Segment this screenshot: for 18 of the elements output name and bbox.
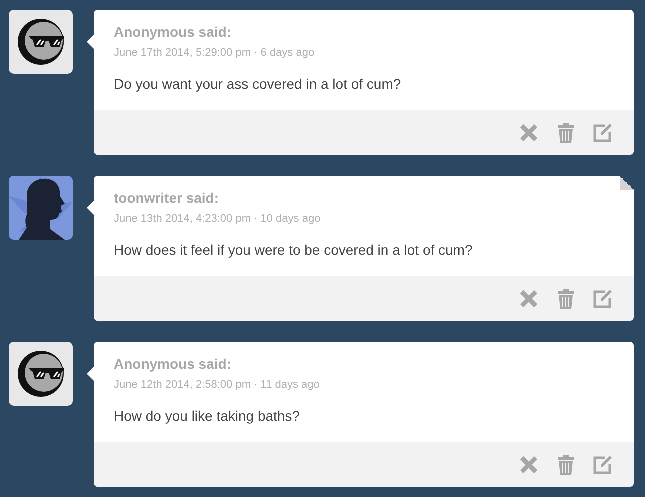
ask-question: Do you want your ass covered in a lot of cum? <box>114 76 402 92</box>
edit-button[interactable] <box>592 454 614 476</box>
ask-date: June 13th 2014, 4:23:00 pm · 10 days ago <box>114 213 322 225</box>
ask-date: June 12th 2014, 2:58:00 pm · 11 days ago <box>114 379 321 391</box>
delete-x-button[interactable] <box>518 454 540 476</box>
author-name: Anonymous said: <box>114 24 232 40</box>
delete-x-button[interactable] <box>518 288 540 310</box>
author-name: toonwriter said: <box>114 190 220 206</box>
author-name: Anonymous said: <box>114 356 232 372</box>
trash-button[interactable] <box>555 122 577 144</box>
edit-button[interactable] <box>592 288 614 310</box>
ask-question: How do you like taking baths? <box>114 408 301 424</box>
trash-button[interactable] <box>555 288 577 310</box>
ask-question: How does it feel if you were to be covered in a lot of cum? <box>114 242 474 258</box>
trash-button[interactable] <box>555 454 577 476</box>
ask-date: June 17th 2014, 5:29:00 pm · 6 days ago <box>114 47 316 59</box>
edit-button[interactable] <box>592 122 614 144</box>
delete-x-button[interactable] <box>518 122 540 144</box>
